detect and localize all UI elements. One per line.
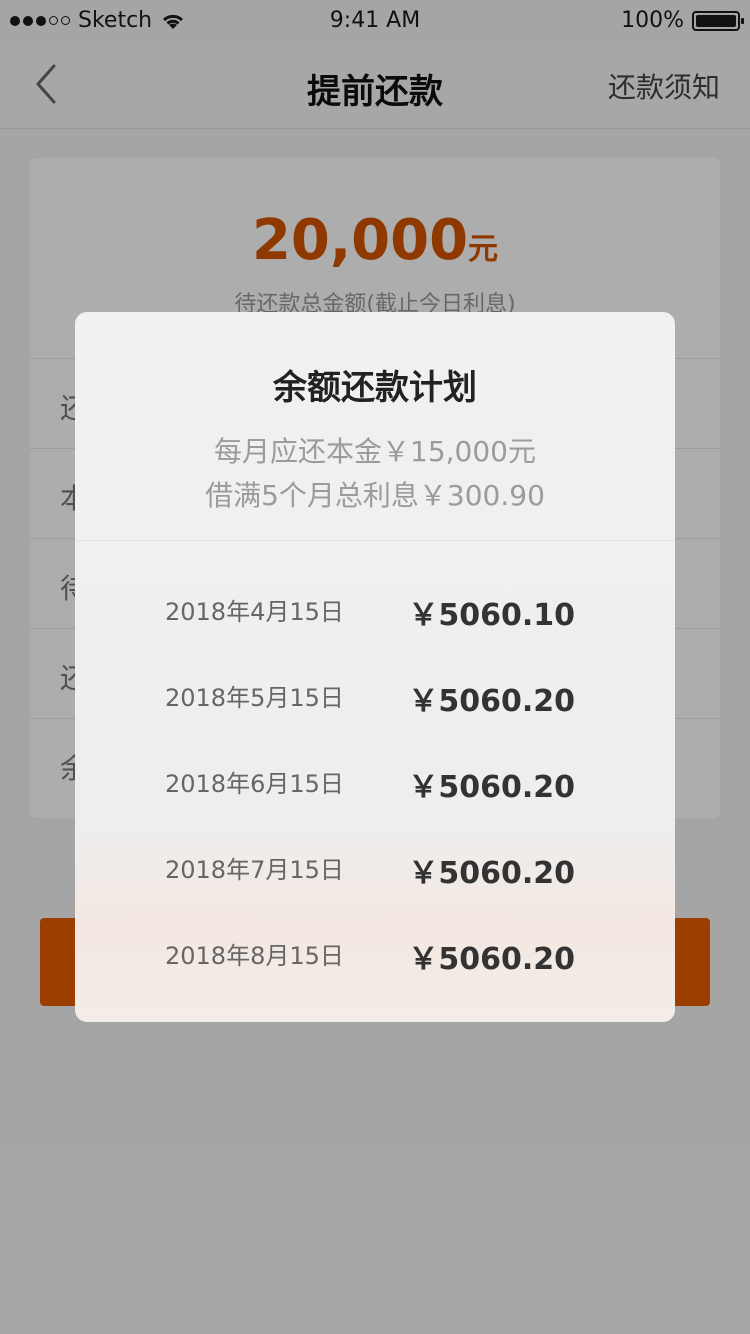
schedule-row: 2018年6月15日 ￥5060.20 — [75, 739, 675, 825]
schedule-row: 2018年5月15日 ￥5060.20 — [75, 653, 675, 739]
modal-title: 余额还款计划 — [273, 368, 477, 408]
schedule-date: 2018年6月15日 — [165, 770, 344, 798]
schedule-amount: ￥5060.20 — [408, 770, 575, 805]
schedule-row: 2018年4月15日 ￥5060.10 — [75, 567, 675, 653]
repayment-plan-modal: 余额还款计划 每月应还本金￥15,000元 借满5个月总利息￥300.90 20… — [75, 312, 675, 1022]
schedule-date: 2018年7月15日 — [165, 856, 344, 884]
schedule-date: 2018年4月15日 — [165, 598, 344, 626]
schedule-row: 2018年8月15日 ￥5060.20 — [75, 911, 675, 997]
schedule-row: 2018年7月15日 ￥5060.20 — [75, 825, 675, 911]
monthly-principal: 每月应还本金￥15,000元 — [214, 435, 536, 468]
repayment-schedule: 2018年4月15日 ￥5060.10 2018年5月15日 ￥5060.20 … — [75, 567, 675, 997]
total-interest: 借满5个月总利息￥300.90 — [205, 479, 545, 512]
schedule-amount: ￥5060.10 — [408, 598, 575, 633]
divider — [75, 540, 675, 541]
schedule-amount: ￥5060.20 — [408, 856, 575, 891]
schedule-date: 2018年8月15日 — [165, 942, 344, 970]
schedule-amount: ￥5060.20 — [408, 684, 575, 719]
schedule-date: 2018年5月15日 — [165, 684, 344, 712]
schedule-amount: ￥5060.20 — [408, 942, 575, 977]
